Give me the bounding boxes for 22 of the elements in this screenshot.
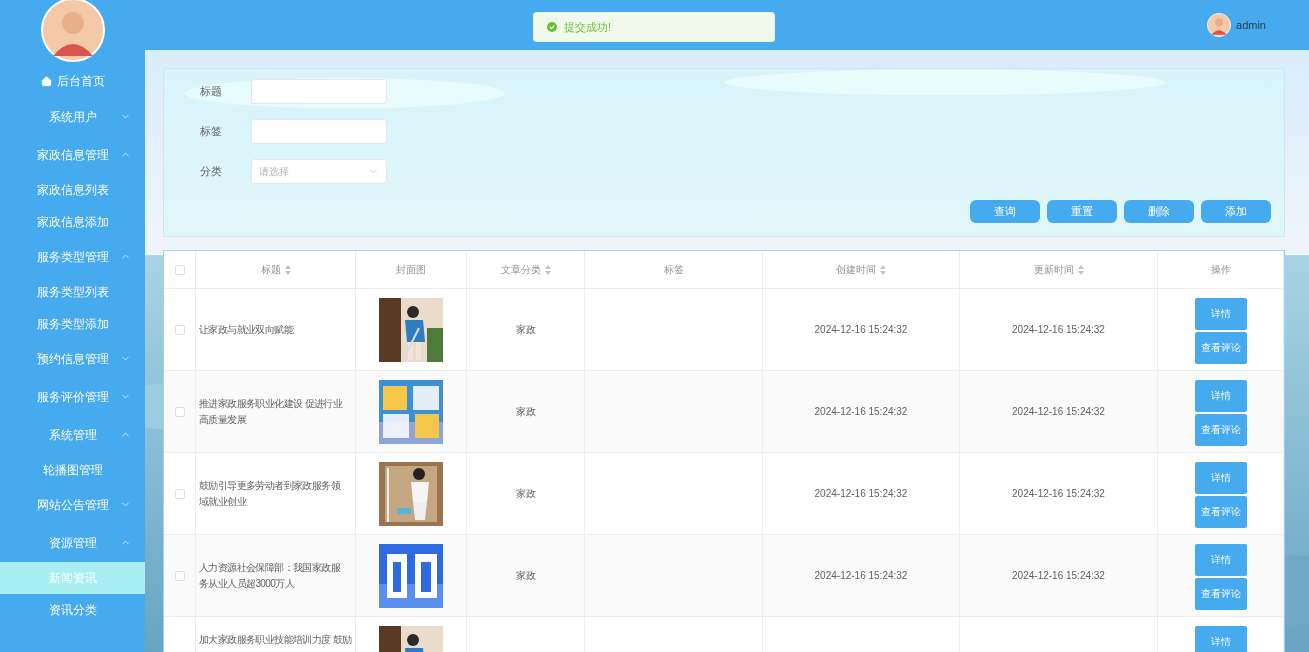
check-circle-icon <box>547 22 557 32</box>
menu-item[interactable]: 新闻资讯 <box>0 562 145 594</box>
menu-group[interactable]: 预约信息管理 <box>0 340 145 378</box>
avatar <box>40 0 105 62</box>
menu-group[interactable]: 系统用户 <box>0 98 145 136</box>
user-name[interactable]: admin <box>1236 19 1266 31</box>
menu-group[interactable]: 服务评价管理 <box>0 378 145 416</box>
avatar <box>1207 13 1232 37</box>
menu-group[interactable]: 系统管理 <box>0 416 145 454</box>
menu-group[interactable]: 网站公告管理 <box>0 486 145 524</box>
menu-group[interactable]: 资源管理 <box>0 524 145 562</box>
menu-group[interactable]: 家政信息管理 <box>0 136 145 174</box>
home-menu-item[interactable]: 后台首页 <box>0 64 145 98</box>
menu-item[interactable]: 家政信息列表 <box>0 174 145 206</box>
message-text: 提交成功! <box>564 19 612 35</box>
home-icon <box>40 75 52 87</box>
menu-item[interactable]: 服务类型添加 <box>0 308 145 340</box>
menu-item[interactable]: 家政信息添加 <box>0 206 145 238</box>
menu-item[interactable]: 轮播图管理 <box>0 454 145 486</box>
menu-item[interactable]: 资讯分类 <box>0 594 145 626</box>
menu-item[interactable]: 服务类型列表 <box>0 276 145 308</box>
menu-group[interactable]: 服务类型管理 <box>0 238 145 276</box>
